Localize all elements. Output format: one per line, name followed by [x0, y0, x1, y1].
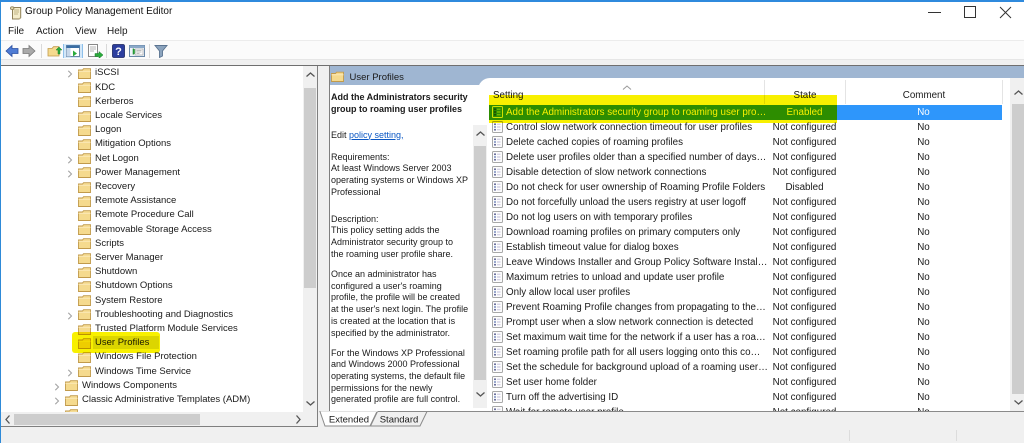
svg-text:?: ?: [115, 46, 122, 58]
svg-text:Standard: Standard: [380, 415, 419, 426]
svg-text:Extended: Extended: [329, 415, 369, 426]
